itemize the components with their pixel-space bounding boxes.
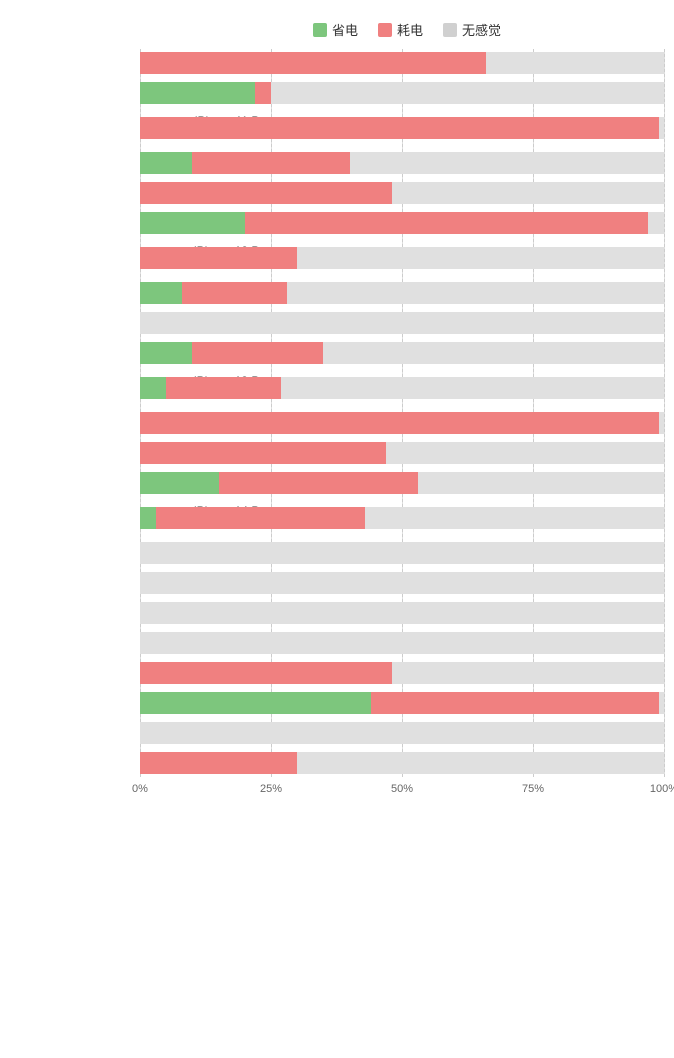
legend-label: 无感觉 <box>462 20 501 39</box>
bar-wrapper <box>140 182 664 204</box>
bar-green-segment <box>140 212 245 234</box>
bar-wrapper <box>140 82 664 104</box>
bar-wrapper <box>140 722 664 744</box>
bar-pink-segment <box>219 472 418 494</box>
bar-row: iPhone 12 Pro <box>140 209 664 237</box>
bar-wrapper <box>140 507 664 529</box>
bar-row: iPhone 8 Plus <box>140 569 664 597</box>
bar-row: iPhone X <box>140 659 664 687</box>
bar-green-segment <box>140 342 192 364</box>
bar-pink-segment <box>156 507 366 529</box>
bar-pink-segment <box>140 52 486 74</box>
legend-dot <box>443 23 457 37</box>
chart-area: iPhone 11iPhone 11 ProiPhone 11 ProMaxiP… <box>0 49 674 777</box>
bar-row: iPhone XR <box>140 689 664 717</box>
x-tick-25: 25% <box>260 783 282 795</box>
bar-row: iPhone 14 Plus <box>140 439 664 467</box>
bar-row: iPhone 11 Pro <box>140 79 664 107</box>
legend-item-无感觉: 无感觉 <box>443 20 501 39</box>
bar-pink-segment <box>140 442 386 464</box>
bar-pink-segment <box>140 247 297 269</box>
bar-wrapper <box>140 312 664 334</box>
bar-pink-segment <box>255 82 271 104</box>
bar-row: iPhone 13 Pro <box>140 339 664 367</box>
bar-green-segment <box>140 282 182 304</box>
bar-wrapper <box>140 542 664 564</box>
bar-pink-segment <box>371 692 659 714</box>
bar-green-segment <box>140 82 255 104</box>
x-tick-75: 75% <box>522 783 544 795</box>
bar-row: iPhone 12 <box>140 149 664 177</box>
bar-pink-segment <box>140 117 659 139</box>
bar-wrapper <box>140 472 664 494</box>
bar-wrapper <box>140 152 664 174</box>
bar-pink-segment <box>192 342 323 364</box>
bar-row: iPhone 8 <box>140 539 664 567</box>
bar-pink-segment <box>140 182 392 204</box>
bar-green-segment <box>140 377 166 399</box>
bar-green-segment <box>140 507 156 529</box>
bar-row: iPhone 13 mini <box>140 309 664 337</box>
bar-row: iPhone 11 <box>140 49 664 77</box>
bar-row: iPhone 12 mini <box>140 179 664 207</box>
bar-wrapper <box>140 117 664 139</box>
x-tick-100: 100% <box>650 783 674 795</box>
legend-item-省电: 省电 <box>313 20 358 39</box>
bar-green-segment <box>140 472 219 494</box>
bar-wrapper <box>140 572 664 594</box>
bar-row: iPhone SE 第3代 <box>140 629 664 657</box>
bar-pink-segment <box>182 282 287 304</box>
bar-wrapper <box>140 52 664 74</box>
bar-green-segment <box>140 152 192 174</box>
legend-item-耗电: 耗电 <box>378 20 423 39</box>
bar-row: iPhone 14 Pro <box>140 469 664 497</box>
bar-row: iPhone XS Max <box>140 749 664 777</box>
bar-green-segment <box>140 692 371 714</box>
bar-pink-segment <box>140 662 392 684</box>
bar-pink-segment <box>166 377 281 399</box>
bar-wrapper <box>140 247 664 269</box>
bar-wrapper <box>140 212 664 234</box>
chart-container: 省电 耗电 无感觉 iPhone 11iPhone 11 ProiPhone 11 … <box>0 10 674 803</box>
bar-pink-segment <box>140 752 297 774</box>
legend: 省电 耗电 无感觉 <box>0 20 674 39</box>
bar-row: iPhone 13 <box>140 279 664 307</box>
bar-row: iPhone 14 <box>140 409 664 437</box>
legend-dot <box>313 23 327 37</box>
bar-wrapper <box>140 632 664 654</box>
bar-row: iPhone 13 ProMax <box>140 369 664 407</box>
bar-wrapper <box>140 752 664 774</box>
bar-row: iPhone 11 ProMax <box>140 109 664 147</box>
bar-row: iPhone 12 ProMax <box>140 239 664 277</box>
bar-wrapper <box>140 692 664 714</box>
x-tick-0: 0% <box>132 783 148 795</box>
legend-label: 省电 <box>332 20 358 39</box>
bar-row: iPhone XS <box>140 719 664 747</box>
bar-wrapper <box>140 442 664 464</box>
bar-row: iPhone SE 第2代 <box>140 599 664 627</box>
x-tick-50: 50% <box>391 783 413 795</box>
legend-dot <box>378 23 392 37</box>
bar-wrapper <box>140 282 664 304</box>
bar-pink-segment <box>192 152 349 174</box>
bar-wrapper <box>140 602 664 624</box>
bar-pink-segment <box>140 412 659 434</box>
legend-label: 耗电 <box>397 20 423 39</box>
bar-row: iPhone 14 ProMax <box>140 499 664 537</box>
bar-wrapper <box>140 377 664 399</box>
bar-pink-segment <box>245 212 648 234</box>
bar-wrapper <box>140 662 664 684</box>
bar-wrapper <box>140 412 664 434</box>
bar-wrapper <box>140 342 664 364</box>
